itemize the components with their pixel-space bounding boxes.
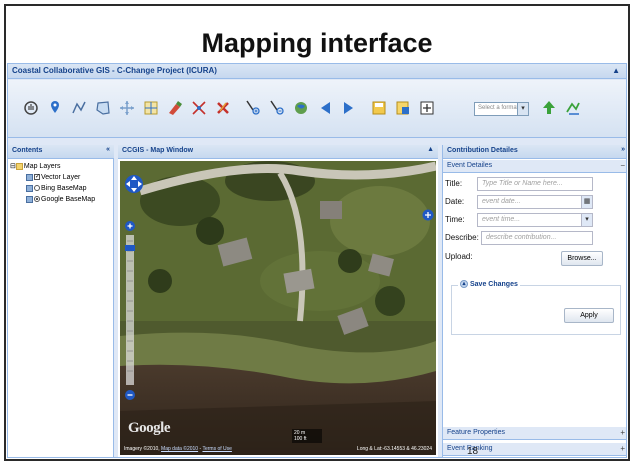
format-select[interactable]: Select a format ▾ xyxy=(474,102,529,116)
pan-control-icon[interactable] xyxy=(124,171,144,197)
time-input[interactable]: event time... ▾ xyxy=(477,213,593,227)
plus-icon[interactable]: + xyxy=(620,444,625,453)
title-input[interactable]: Type Title or Name here... xyxy=(477,177,593,191)
contents-title: Contents xyxy=(12,147,43,154)
back-icon[interactable] xyxy=(316,98,334,118)
feature-properties-header[interactable]: Feature Properties + xyxy=(443,427,626,440)
tree-item-google-basemap[interactable]: Google BaseMap xyxy=(10,194,95,205)
date-placeholder: event date... xyxy=(482,198,521,205)
map-window-title: CCGIS - Map Window xyxy=(122,147,194,154)
edit-feature-icon[interactable] xyxy=(166,98,184,118)
event-details-header[interactable]: Event Detailes − xyxy=(443,160,626,173)
map-window-panel: CCGIS - Map Window ▲ Google 20 m 100 ft … xyxy=(118,145,438,457)
date-input[interactable]: event date... ▦ xyxy=(477,195,593,209)
slide-title: Mapping interface xyxy=(201,28,433,58)
chevron-down-icon[interactable]: ▾ xyxy=(517,103,528,115)
contents-panel: Contents « ⊟ Map Layers ✓Vector Layer Bin… xyxy=(8,145,114,457)
map-window-header: CCGIS - Map Window ▲ xyxy=(118,145,438,159)
collapse-left-icon[interactable]: « xyxy=(106,146,110,153)
radio-icon[interactable] xyxy=(34,185,40,192)
measure-icon[interactable] xyxy=(142,98,160,118)
pan-hand-icon[interactable] xyxy=(22,98,40,118)
title-placeholder: Type Title or Name here... xyxy=(482,180,563,187)
tree-item-bing-basemap[interactable]: Bing BaseMap xyxy=(10,183,95,194)
describe-placeholder: describe contribution... xyxy=(486,234,557,241)
describe-input[interactable]: describe contribution... xyxy=(481,231,593,245)
forward-icon[interactable] xyxy=(340,98,358,118)
tree-item-label: Bing BaseMap xyxy=(41,185,87,192)
map-footer: Imagery ©2010, Map data ©2010 - Terms of… xyxy=(124,446,432,452)
feature-properties-title: Feature Properties xyxy=(447,429,505,436)
radio-icon[interactable] xyxy=(34,196,40,203)
tree-item-vector-layer[interactable]: ✓Vector Layer xyxy=(10,172,95,183)
line-icon[interactable] xyxy=(70,98,88,118)
select-feature-icon[interactable] xyxy=(190,98,208,118)
apply-button[interactable]: Apply xyxy=(564,308,614,323)
collapse-up-icon[interactable]: ▴ xyxy=(460,280,468,288)
zoom-extent-icon[interactable] xyxy=(292,98,310,118)
minus-icon[interactable]: − xyxy=(620,161,625,170)
save-changes-legend[interactable]: ▴ Save Changes xyxy=(458,280,520,288)
map-data-link[interactable]: Map data ©2010 xyxy=(161,446,198,452)
upload-icon[interactable] xyxy=(540,98,558,118)
time-label: Time: xyxy=(445,215,465,224)
zoom-out-icon[interactable] xyxy=(268,98,286,118)
map-toolbar: Select a format ▾ xyxy=(8,80,626,138)
zoom-in-icon[interactable] xyxy=(244,98,262,118)
upload-label: Upload: xyxy=(445,252,473,261)
tree-root-label: Map Layers xyxy=(23,163,61,170)
describe-label: Describe: xyxy=(445,233,479,242)
app-titlebar: Coastal Collaborative GIS - C-Change Pro… xyxy=(8,64,626,79)
print-icon[interactable] xyxy=(394,98,412,118)
scale-bar: 20 m 100 ft xyxy=(292,429,322,443)
browse-button[interactable]: Browse... xyxy=(561,251,603,266)
layer-tree: ⊟ Map Layers ✓Vector Layer Bing BaseMap G… xyxy=(10,161,95,205)
date-label: Date: xyxy=(445,197,465,206)
page-number: 18 xyxy=(467,446,479,457)
save-changes-fieldset: ▴ Save Changes Apply xyxy=(451,280,621,335)
contribution-title: Contribution Detailes xyxy=(447,147,518,154)
tree-item-label: Google BaseMap xyxy=(41,196,96,203)
export-icon[interactable] xyxy=(564,98,582,118)
layer-icon xyxy=(26,173,33,181)
chevron-down-icon[interactable]: ▾ xyxy=(581,214,592,226)
format-select-value: Select a format xyxy=(478,105,519,111)
satellite-map[interactable]: Google 20 m 100 ft Imagery ©2010, Map da… xyxy=(120,161,436,455)
app-title: Coastal Collaborative GIS - C-Change Pro… xyxy=(12,66,217,75)
scale-bottom: 100 ft xyxy=(294,436,307,442)
contribution-header: Contribution Detailes » xyxy=(443,145,626,159)
full-screen-icon[interactable] xyxy=(418,98,436,118)
marker-icon[interactable] xyxy=(46,98,64,118)
collapse-icon[interactable]: ▲ xyxy=(427,146,434,153)
google-logo: Google xyxy=(128,420,171,436)
time-placeholder: event time... xyxy=(482,216,521,223)
delete-feature-icon[interactable] xyxy=(214,98,232,118)
title-label: Title: xyxy=(445,179,463,188)
folder-icon xyxy=(15,162,23,170)
plus-icon[interactable]: + xyxy=(620,428,625,437)
save-icon[interactable] xyxy=(370,98,388,118)
tree-root[interactable]: ⊟ Map Layers xyxy=(10,161,95,172)
tree-item-label: Vector Layer xyxy=(41,174,81,181)
zoom-slider[interactable] xyxy=(125,221,135,401)
polygon-icon[interactable] xyxy=(94,98,112,118)
checkbox-icon[interactable]: ✓ xyxy=(34,174,40,181)
event-details-title: Event Detailes xyxy=(447,162,493,169)
layer-icon xyxy=(26,195,33,203)
calendar-icon[interactable]: ▦ xyxy=(581,196,592,208)
gis-application: Coastal Collaborative GIS - C-Change Pro… xyxy=(7,63,627,458)
collapse-right-icon[interactable]: » xyxy=(621,146,625,153)
contents-header: Contents « xyxy=(8,145,114,159)
save-changes-label: Save Changes xyxy=(470,280,518,288)
layer-icon xyxy=(26,184,33,192)
collapse-icon[interactable]: ▲ xyxy=(612,66,620,75)
move-icon[interactable] xyxy=(118,98,136,118)
terms-of-use-link[interactable]: Terms of Use xyxy=(202,446,231,452)
contribution-panel: Contribution Detailes » Event Detailes −… xyxy=(442,145,626,457)
layer-switcher-icon[interactable] xyxy=(422,209,434,221)
coordinates-readout: Long & Lat:-63.14553 & 46.23024 xyxy=(356,446,432,452)
imagery-attribution: Imagery ©2010 xyxy=(124,446,159,452)
